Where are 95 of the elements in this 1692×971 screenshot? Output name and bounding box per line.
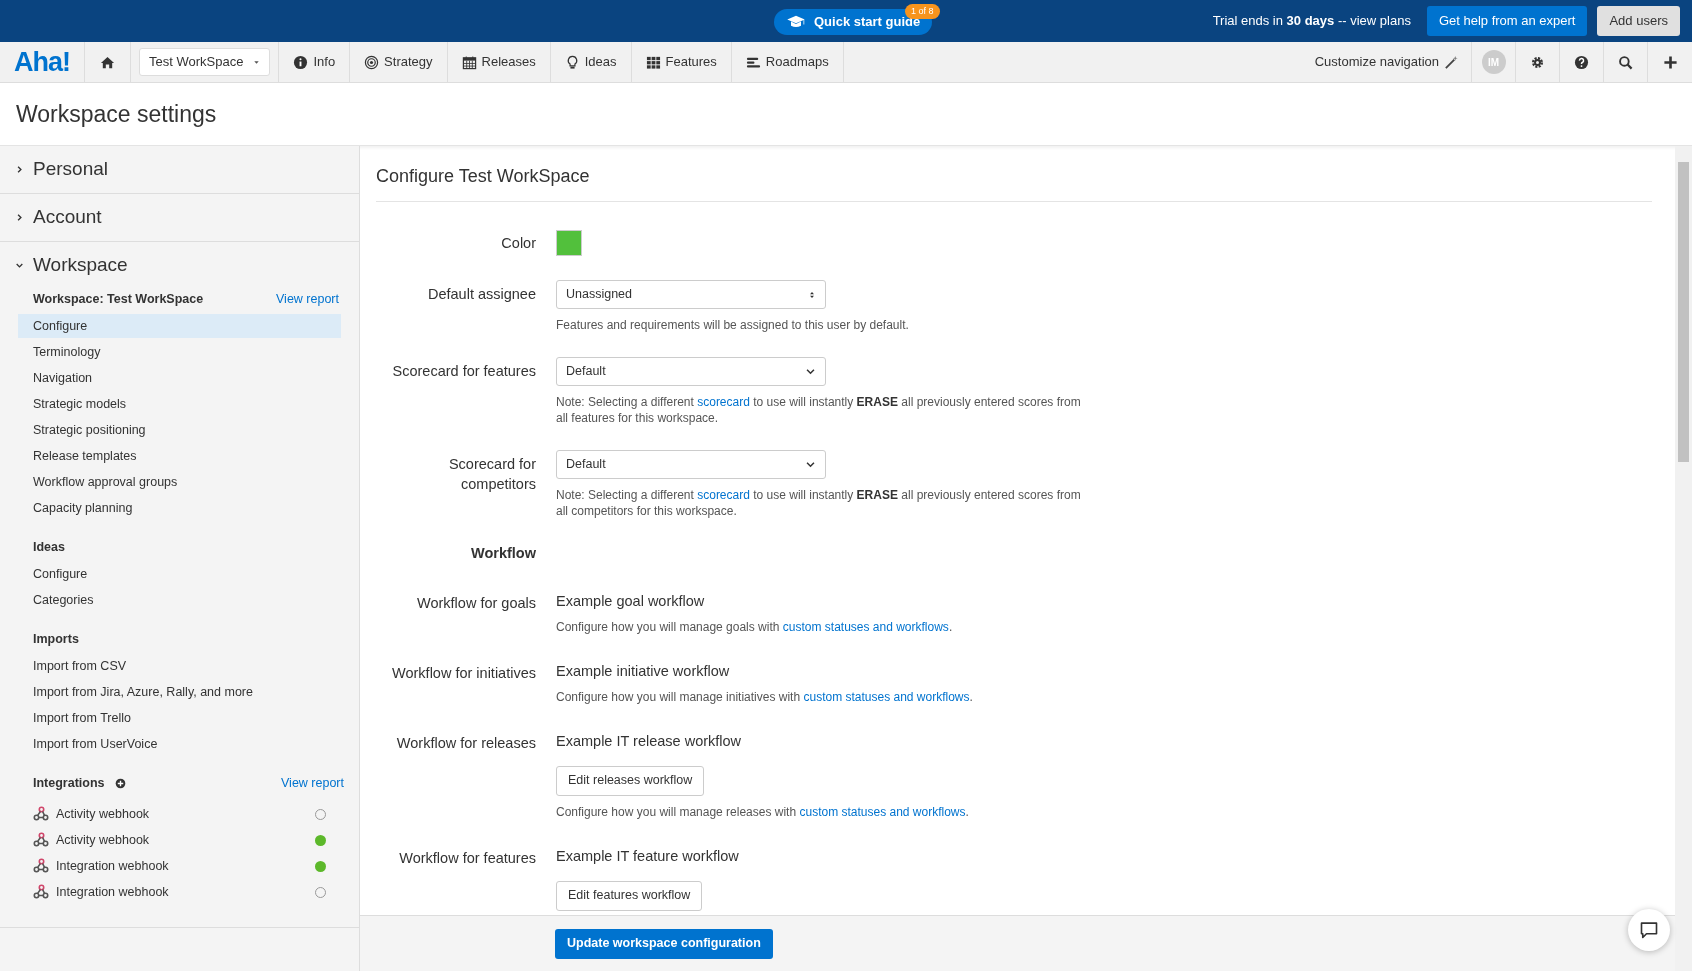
sidebar-item[interactable]: Workflow approval groups [18,470,341,494]
chevron-right-icon[interactable] [15,213,24,222]
group-heading: Integrations [33,774,105,792]
sidebar-section-link[interactable]: Personal [33,155,108,184]
sidebar-section-link[interactable]: Account [33,203,102,232]
webhook-icon [33,832,49,848]
nav-tab[interactable]: Roadmaps [731,42,844,82]
help-text: Configure how you will manage releases with custom statuses and workflows. [556,803,970,820]
select-field[interactable]: Default [556,357,826,386]
sidebar-item[interactable]: Terminology [18,340,341,364]
field-label: Workflow for releases [396,734,536,751]
field-label: Workflow for features [399,849,536,866]
help-link[interactable]: custom statuses and workflows [803,689,970,704]
sidebar-item[interactable]: Import from Trello [18,706,341,730]
chevron-right-icon[interactable] [15,165,24,174]
help-text: Note: Selecting a different scorecard to use will instantly ERASE all previously entered scores from all competitors for this workspace. [556,487,1082,519]
caret-icon [253,58,261,66]
sidebar-item[interactable]: Navigation [18,366,341,390]
aha-logo[interactable]: Aha! [0,42,85,82]
help-link[interactable]: scorecard [697,395,750,409]
home-icon[interactable] [100,54,115,70]
webhook-icon [33,884,49,900]
edit-workflow-button[interactable]: Edit releases workflow [556,765,705,796]
magic-wand-icon [1444,54,1459,70]
sidebar-item[interactable]: Capacity planning [18,496,341,520]
webhook-icon [33,858,49,874]
workflow-name: Example IT feature workflow [556,846,740,866]
sidebar-item[interactable]: Strategic positioning [18,418,341,442]
sidebar-section-link[interactable]: Workspace [33,251,128,280]
target-icon [364,54,380,70]
help-text: Configure how you will manage goals with custom statuses and workflows. [556,618,954,635]
sidebar-item[interactable]: Configure [18,314,341,338]
view-report-link[interactable]: View report [276,289,339,309]
help-link[interactable]: custom statuses and workflows [799,804,966,819]
chat-icon [1639,920,1659,940]
nav-tab[interactable]: Ideas [550,42,632,82]
nav-tab[interactable]: Info [279,42,351,82]
calendar-icon [461,54,477,70]
integration-link[interactable]: Integration webhook [56,882,169,902]
field-label: Color [501,235,536,251]
group-heading: Ideas [33,538,65,556]
sidebar-item[interactable]: Configure [18,562,341,586]
field-label: Workflow for initiatives [392,664,536,681]
nav-tab[interactable]: Strategy [350,42,448,82]
sidebar-item[interactable]: Release templates [18,444,341,468]
group-heading: Workspace: Test WorkSpace [33,290,204,308]
trial-link[interactable]: Trial ends in 30 days -- view plans [1212,11,1411,31]
grid-icon [645,54,661,70]
webhook-icon [33,806,49,822]
chevron-down-icon[interactable] [15,261,24,270]
page-title: Workspace settings [16,99,217,129]
workflow-name: Example initiative workflow [556,661,731,681]
add-icon[interactable] [114,777,126,789]
count-badge: 1 of 8 [905,4,940,19]
nav-tab[interactable]: Releases [447,42,551,82]
integration-link[interactable]: Activity webhook [56,804,150,824]
info-icon [293,54,309,70]
add-users-button[interactable]: Add users [1597,6,1680,36]
help-link[interactable]: scorecard [697,488,750,502]
sidebar-item[interactable]: Strategic models [18,392,341,416]
edit-workflow-button[interactable]: Edit features workflow [556,880,703,911]
help-text: Features and requirements will be assigned to this user by default. [556,317,910,333]
help-text: Configure how you will manage initiatives with custom statuses and workflows. [556,688,974,705]
customize-navigation-link[interactable]: Customize navigation [1302,42,1472,82]
integration-link[interactable]: Integration webhook [56,856,169,876]
field-label: Workflow for goals [417,594,536,611]
search-icon[interactable] [1618,54,1633,70]
section-heading: Workflow [470,544,536,563]
sidebar-item[interactable]: Import from CSV [18,654,341,678]
nav-tab[interactable]: Features [631,42,732,82]
workflow-name: Example goal workflow [556,591,706,611]
plus-icon[interactable] [1662,54,1678,70]
view-report-link[interactable]: View report [281,773,344,793]
update-configuration-button[interactable]: Update workspace configuration [555,928,773,959]
help-button[interactable]: Get help from an expert [1426,6,1588,36]
group-heading: Imports [33,630,79,648]
sidebar-item[interactable]: Import from UserVoice [18,732,341,756]
integration-link[interactable]: Activity webhook [56,830,150,850]
workspace-dropdown[interactable]: Test WorkSpace [139,48,271,76]
select-field[interactable]: Default [556,450,826,479]
help-icon[interactable] [1574,54,1589,70]
chevron-down-icon [805,366,816,377]
color-swatch[interactable] [556,230,582,256]
field-label: Scorecard for competitors [447,455,536,494]
workflow-name: Example IT release workflow [556,731,743,751]
chevron-down-icon [805,459,816,470]
field-label: Scorecard for features [392,362,536,381]
help-text: Note: Selecting a different scorecard to use will instantly ERASE all previously entered scores from all features for this workspace. [556,394,1082,426]
settings-icon[interactable] [1530,54,1545,70]
field-label: Default assignee [428,285,536,304]
sidebar-item[interactable]: Import from Jira, Azure, Rally, and more [18,680,341,704]
sidebar-item[interactable]: Categories [18,588,341,612]
help-link[interactable]: custom statuses and workflows [782,619,949,634]
form-title: Configure Test WorkSpace [376,165,591,188]
select-field[interactable]: Unassigned [556,280,826,309]
